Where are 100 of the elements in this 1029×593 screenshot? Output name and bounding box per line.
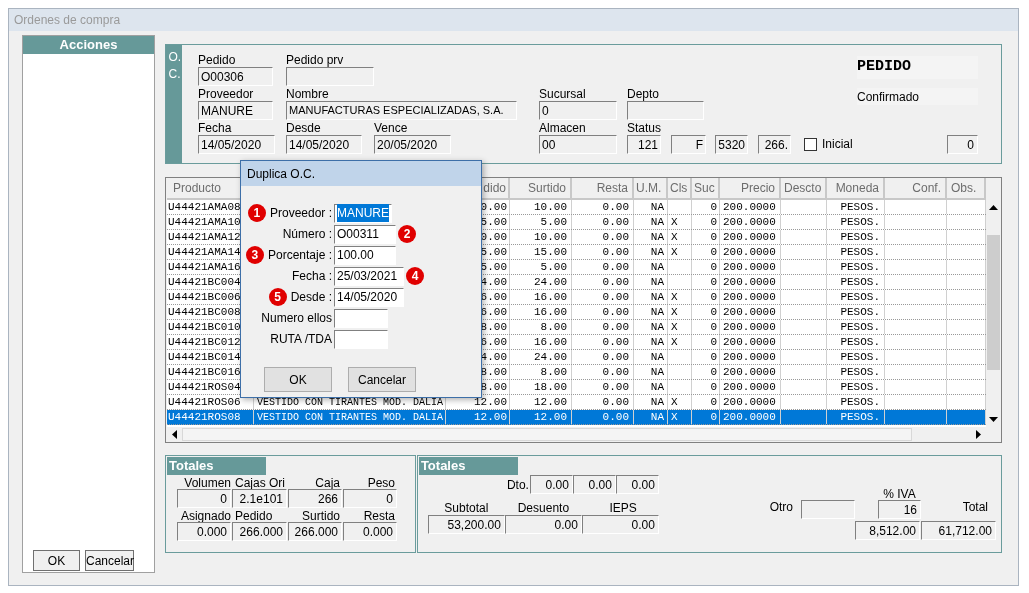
table-cell: 0.00: [572, 200, 634, 214]
scroll-right-icon[interactable]: [976, 430, 981, 439]
table-cell: NA: [634, 215, 668, 229]
table-cell: X: [668, 320, 692, 334]
column-header[interactable]: Surtido: [510, 178, 572, 200]
table-cell: X: [668, 305, 692, 319]
table-cell: 16.00: [510, 305, 572, 319]
table-cell: 18.00: [510, 380, 572, 394]
table-cell: 200.0000: [720, 320, 781, 334]
field-label: % IVA: [883, 489, 916, 500]
table-cell: 200.0000: [720, 245, 781, 259]
table-cell: 0: [692, 335, 720, 349]
input-field: 16: [878, 500, 921, 519]
table-cell: PESOS.: [827, 230, 885, 244]
column-header[interactable]: Resta: [572, 178, 634, 200]
table-cell: NA: [634, 395, 668, 409]
column-header[interactable]: U.M.: [634, 178, 668, 200]
table-cell: 0: [692, 290, 720, 304]
column-header[interactable]: Moneda: [827, 178, 885, 200]
table-cell: 200.0000: [720, 410, 781, 424]
input-field[interactable]: 14/05/2020: [334, 287, 404, 307]
field-label: Asignado: [179, 510, 231, 522]
field-label: Proveedor: [198, 87, 254, 101]
table-cell: 0.00: [572, 320, 634, 334]
table-cell: 0.00: [572, 260, 634, 274]
table-cell: 0.00: [572, 290, 634, 304]
table-cell: NA: [634, 380, 668, 394]
column-header[interactable]: Descto: [781, 178, 827, 200]
table-cell: 200.0000: [720, 275, 781, 289]
table-cell: X: [668, 290, 692, 304]
input-field: 121: [627, 135, 661, 154]
input-field: 0.000: [177, 522, 231, 541]
table-cell: 0.00: [572, 215, 634, 229]
scrollbar-thumb[interactable]: [987, 235, 1000, 370]
input-field: 0.00: [615, 475, 659, 494]
table-cell: PESOS.: [827, 305, 885, 319]
scroll-down-icon[interactable]: [989, 417, 998, 422]
table-cell: 200.0000: [720, 335, 781, 349]
table-cell: PESOS.: [827, 245, 885, 259]
table-cell: 0: [692, 260, 720, 274]
input-field: 0.00: [572, 475, 616, 494]
scrollbar-thumb[interactable]: [182, 428, 912, 441]
column-header[interactable]: Precio: [720, 178, 781, 200]
table-cell: X: [668, 335, 692, 349]
table-row[interactable]: U44421ROS06 VESTIDO CON TIRANTES MOD. DALIA 12.00 12.00 0.00 NA X 0 200.0000 PESOS.: [167, 395, 986, 410]
table-cell: NA: [634, 320, 668, 334]
table-cell: NA: [634, 305, 668, 319]
ok-button[interactable]: OK: [264, 367, 332, 392]
input-field: O00306: [198, 67, 273, 86]
table-row[interactable]: U44421ROS08 VESTIDO CON TIRANTES MOD. DALIA 12.00 12.00 0.00 NA X 0 200.0000 PESOS.: [167, 410, 986, 425]
table-cell: 200.0000: [720, 215, 781, 229]
field-label: Total: [961, 499, 989, 516]
table-cell: 8.00: [510, 365, 572, 379]
table-cell: 0: [692, 305, 720, 319]
input-field: F: [671, 135, 706, 154]
column-header[interactable]: Obs.: [947, 178, 986, 200]
column-header[interactable]: Cls: [668, 178, 692, 200]
table-cell: 0: [692, 245, 720, 259]
cancel-button[interactable]: Cancelar: [348, 367, 416, 392]
input-field: 266.000: [232, 522, 287, 541]
input-field: 14/05/2020: [198, 135, 275, 154]
field-label: Otro: [769, 499, 793, 516]
table-cell: X: [668, 410, 692, 424]
input-field[interactable]: [334, 308, 388, 328]
table-cell: NA: [634, 410, 668, 424]
table-cell: 0: [692, 350, 720, 364]
ok-button[interactable]: OK: [33, 550, 80, 571]
checkbox[interactable]: [804, 137, 817, 151]
table-cell: X: [668, 215, 692, 229]
table-cell: PESOS.: [827, 350, 885, 364]
input-field[interactable]: O00311: [334, 224, 396, 244]
field-label: Desde :: [290, 289, 332, 306]
table-cell: 200.0000: [720, 290, 781, 304]
input-field[interactable]: [334, 329, 388, 349]
table-cell: 0.00: [572, 395, 634, 409]
scroll-left-icon[interactable]: [172, 430, 177, 439]
table-cell: PESOS.: [827, 380, 885, 394]
input-field[interactable]: MANURE: [334, 203, 392, 223]
number-marker: 5: [268, 288, 287, 306]
table-cell: 0: [692, 410, 720, 424]
column-header[interactable]: Conf.: [885, 178, 947, 200]
table-cell: 0.00: [572, 245, 634, 259]
scroll-up-icon[interactable]: [989, 205, 998, 210]
table-cell: 12.00: [510, 395, 572, 409]
column-header[interactable]: Suc: [692, 178, 720, 200]
input-field[interactable]: 100.00: [334, 245, 396, 265]
input-field: 53,200.00: [427, 515, 505, 534]
input-field[interactable]: 25/03/2021: [334, 266, 404, 286]
table-cell: 0.00: [572, 305, 634, 319]
table-cell: 0: [692, 275, 720, 289]
field-label: Desde: [286, 121, 321, 135]
cancel-button[interactable]: Cancelar: [85, 550, 134, 571]
table-cell: 0.00: [572, 410, 634, 424]
panel-header: Totales: [167, 457, 266, 475]
table-cell: 0.00: [572, 350, 634, 364]
input-field: 266: [288, 489, 342, 508]
input-field: 0.00: [529, 475, 573, 494]
table-cell: 0: [692, 230, 720, 244]
table-cell: 24.00: [510, 275, 572, 289]
input-field: MANURE: [198, 101, 273, 120]
